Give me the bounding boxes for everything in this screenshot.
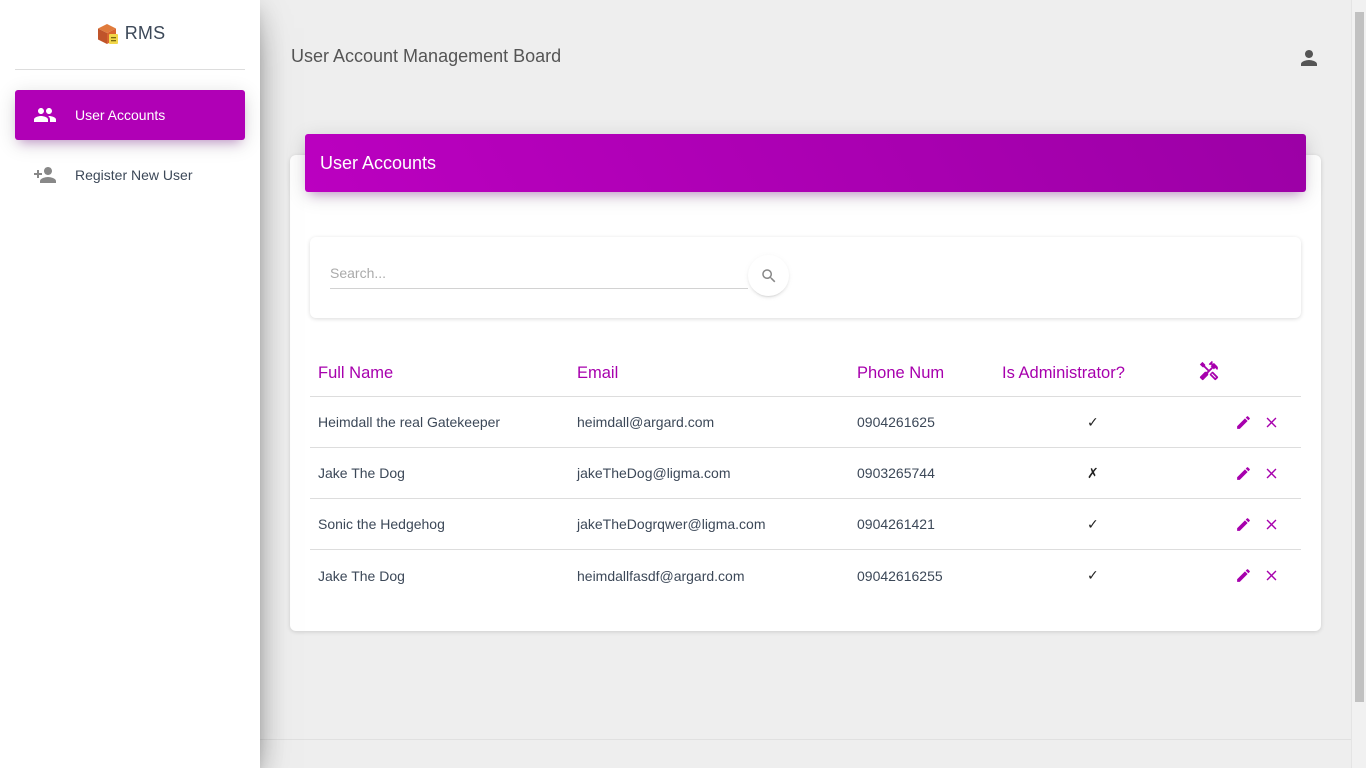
footer-divider	[260, 739, 1351, 740]
brand-name: RMS	[124, 23, 166, 43]
edit-icon[interactable]	[1235, 567, 1252, 584]
sidebar-nav: User Accounts Register New User	[0, 90, 260, 200]
cell-phone: 0904261625	[857, 414, 935, 430]
cell-full-name: Heimdall the real Gatekeeper	[318, 414, 501, 430]
cell-phone: 09042616255	[857, 567, 943, 584]
close-icon[interactable]	[1263, 465, 1280, 482]
cell-email: heimdall@argard.com	[577, 414, 715, 430]
close-icon[interactable]	[1263, 567, 1280, 584]
cell-phone: 0904261421	[857, 516, 935, 532]
card-header-title: User Accounts	[305, 134, 1306, 192]
page-title: User Account Management Board	[291, 46, 562, 66]
column-header-tools	[1195, 360, 1301, 387]
cell-actions	[1195, 414, 1301, 431]
cell-is-administrator: ✓	[1087, 413, 1099, 430]
scrollbar-thumb[interactable]	[1355, 12, 1364, 702]
users-table: Full Name Email Phone Num Is Administrat…	[310, 351, 1301, 601]
user-accounts-card: Full Name Email Phone Num Is Administrat…	[290, 155, 1321, 631]
table-row: Sonic the Hedgehog jakeTheDogrqwer@ligma…	[310, 499, 1301, 550]
tools-icon	[1198, 360, 1220, 382]
main-panel: User Account Management Board Full Name …	[260, 0, 1351, 768]
people-icon	[33, 103, 57, 127]
table-row: Jake The Dog heimdallfasdf@argard.com 09…	[310, 550, 1301, 601]
close-icon[interactable]	[1263, 516, 1280, 533]
table-header: Full Name Email Phone Num Is Administrat…	[310, 351, 1301, 397]
search-panel	[310, 237, 1301, 318]
column-header-is-administrator[interactable]: Is Administrator?	[1002, 364, 1195, 383]
edit-icon[interactable]	[1235, 465, 1252, 482]
cell-email: jakeTheDogrqwer@ligma.com	[577, 516, 766, 532]
sidebar-item-label: Register New User	[75, 167, 193, 183]
cell-actions	[1195, 465, 1301, 482]
search-button[interactable]	[748, 255, 789, 296]
sidebar-item-register-new-user[interactable]: Register New User	[15, 150, 245, 200]
sidebar-item-user-accounts[interactable]: User Accounts	[15, 90, 245, 140]
edit-icon[interactable]	[1235, 516, 1252, 533]
edit-icon[interactable]	[1235, 414, 1252, 431]
brand-link[interactable]: RMS	[95, 22, 166, 48]
cell-full-name: Jake The Dog	[318, 465, 405, 481]
search-input[interactable]	[330, 257, 748, 289]
cell-is-administrator: ✓	[1087, 515, 1099, 532]
cell-full-name: Jake The Dog	[318, 567, 405, 584]
sidebar: RMS User Accounts Register New User	[0, 0, 260, 768]
cell-is-administrator: ✗	[1087, 464, 1099, 481]
page-scrollbar[interactable]	[1351, 0, 1366, 768]
person-icon[interactable]	[1297, 46, 1321, 70]
cell-actions	[1195, 516, 1301, 533]
table-row: Heimdall the real Gatekeeper heimdall@ar…	[310, 397, 1301, 448]
cell-email: jakeTheDog@ligma.com	[577, 465, 731, 481]
sidebar-item-label: User Accounts	[75, 107, 166, 123]
cell-email: heimdallfasdf@argard.com	[577, 567, 745, 584]
cell-is-administrator: ✓	[1087, 567, 1099, 583]
box-logo-icon	[97, 23, 118, 44]
column-header-email[interactable]: Email	[577, 364, 857, 383]
cell-phone: 0903265744	[857, 465, 935, 481]
column-header-phone[interactable]: Phone Num	[857, 364, 1002, 383]
person-add-icon	[33, 163, 57, 187]
table-row: Jake The Dog jakeTheDog@ligma.com 090326…	[310, 448, 1301, 499]
brand: RMS	[15, 0, 245, 70]
search-icon	[761, 268, 775, 282]
cell-actions	[1195, 567, 1301, 584]
column-header-full-name[interactable]: Full Name	[310, 364, 577, 383]
close-icon[interactable]	[1263, 414, 1280, 431]
cell-full-name: Sonic the Hedgehog	[318, 516, 445, 532]
